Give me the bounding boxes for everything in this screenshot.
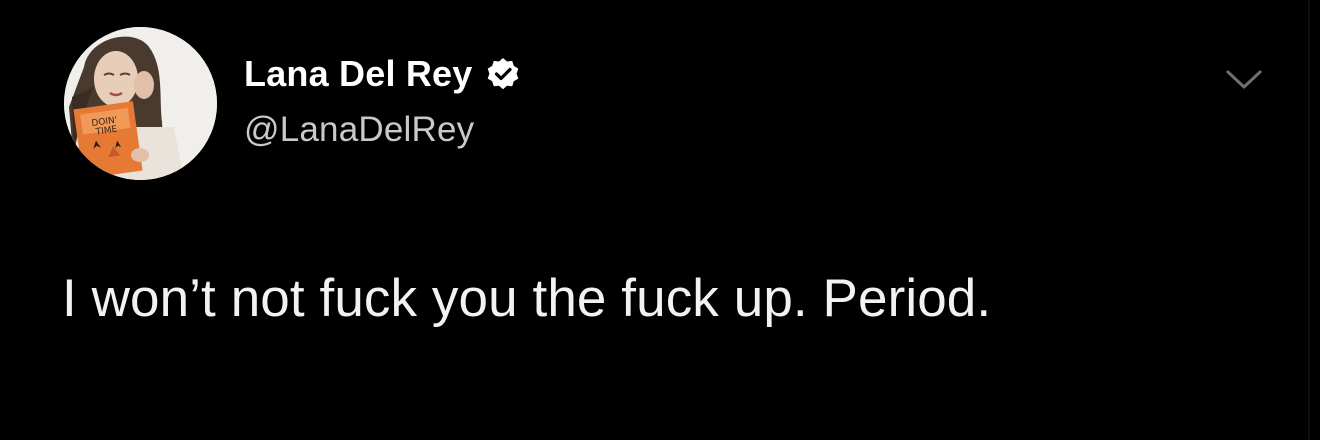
author-row[interactable]: Lana Del Rey	[244, 52, 521, 96]
display-name[interactable]: Lana Del Rey	[244, 53, 473, 95]
avatar[interactable]: DOIN' TIME	[64, 27, 217, 180]
avatar-image: DOIN' TIME	[64, 27, 217, 180]
author-handle[interactable]: @LanaDelRey	[244, 110, 474, 150]
divider	[1308, 0, 1310, 440]
tweet-text: I won’t not fuck you the fuck up. Period…	[62, 269, 992, 328]
verified-badge-icon	[485, 56, 521, 92]
chevron-down-icon	[1226, 70, 1262, 89]
tweet-menu-button[interactable]	[1222, 62, 1266, 98]
tweet-card: DOIN' TIME Lana Del Rey @LanaDelRey I wo…	[0, 0, 1320, 440]
